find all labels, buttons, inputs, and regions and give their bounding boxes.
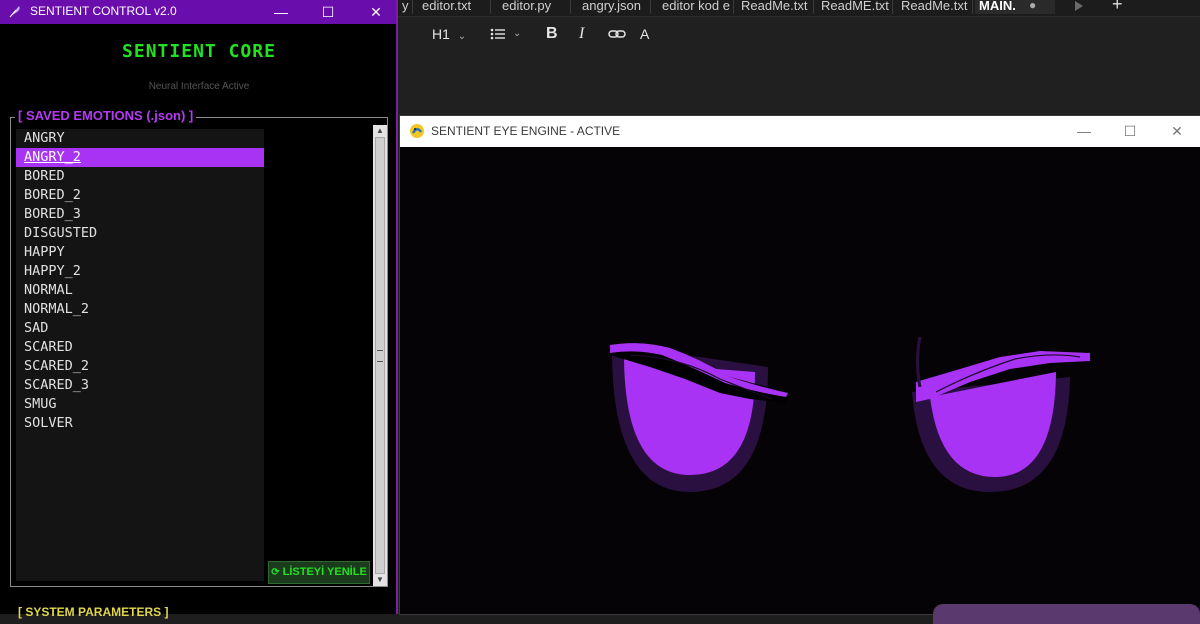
play-icon[interactable] [1072, 0, 1086, 12]
core-title: SENTIENT CORE [122, 41, 276, 62]
refresh-list-button[interactable]: ⟳ LİSTEYİ YENİLE [268, 561, 370, 584]
control-window: SENTIENT CONTROL v2.0 — ☐ ✕ SENTIENT COR… [0, 0, 398, 619]
chevron-down-icon: ⌄ [513, 28, 522, 39]
list-item-selected[interactable]: ANGRY_2 [16, 148, 264, 167]
system-parameters-label: [ SYSTEM PARAMETERS ] [18, 605, 169, 619]
feather-icon [9, 6, 20, 18]
taskbar-preview-pill [933, 604, 1200, 624]
tab-separator [813, 0, 814, 14]
scroll-down-arrow-icon[interactable]: ▼ [373, 574, 387, 586]
tab-editor-py[interactable]: editor.py [498, 0, 555, 14]
core-subtitle: Neural Interface Active [148, 81, 250, 92]
pygame-snake-icon [410, 124, 424, 138]
eye-render-canvas [400, 147, 1200, 614]
new-tab-button[interactable]: + [1112, 0, 1128, 13]
list-item[interactable]: BORED_2 [16, 186, 264, 205]
list-item[interactable]: HAPPY_2 [16, 262, 264, 281]
list-item[interactable]: NORMAL [16, 281, 264, 300]
tab-separator [733, 0, 734, 14]
list-item[interactable]: BORED_3 [16, 205, 264, 224]
right-eye [912, 336, 1090, 492]
tab-separator [972, 0, 973, 14]
editor-tab-bar: y editor.txt editor.py angry.json editor… [398, 0, 1200, 17]
left-eye [610, 343, 790, 492]
list-item[interactable]: SAD [16, 319, 264, 338]
minimize-button[interactable]: — [1071, 120, 1097, 142]
close-button[interactable]: ✕ [1164, 120, 1190, 142]
tab-separator [650, 0, 651, 14]
list-item[interactable]: SCARED_2 [16, 357, 264, 376]
clear-format-icon: A [640, 26, 650, 42]
control-window-titlebar[interactable]: SENTIENT CONTROL v2.0 — ☐ ✕ [0, 0, 396, 24]
eye-window-titlebar[interactable]: SENTIENT EYE ENGINE - ACTIVE — ☐ ✕ [400, 116, 1200, 147]
list-dropdown[interactable]: ⌄ [490, 23, 524, 45]
chevron-down-icon: ⌄ [457, 31, 467, 42]
maximize-button[interactable]: ☐ [313, 1, 343, 23]
tab-y[interactable]: y [398, 0, 413, 14]
tab-angry-json[interactable]: angry.json [578, 0, 645, 14]
control-window-title: SENTIENT CONTROL v2.0 [30, 4, 177, 18]
tab-separator [892, 0, 893, 14]
tab-readme-1[interactable]: ReadMe.txt [737, 0, 811, 14]
list-item[interactable]: HAPPY [16, 243, 264, 262]
tab-separator [412, 0, 413, 14]
emotion-list-scrollbar[interactable]: ▲ ▼ [373, 125, 387, 586]
tab-main-label: MAIN. [979, 0, 1016, 13]
clear-format-button[interactable]: A [640, 23, 649, 45]
bold-button[interactable]: B [546, 23, 558, 45]
tab-readme-2[interactable]: ReadME.txt [817, 0, 893, 14]
saved-emotions-label: [ SAVED EMOTIONS (.json) ] [15, 108, 197, 123]
tab-readme-3[interactable]: ReadMe.txt [897, 0, 971, 14]
scroll-up-arrow-icon[interactable]: ▲ [373, 125, 387, 137]
editor-toolbar: H1 ⌄ ⌄ B I A [398, 17, 1200, 51]
link-button[interactable] [608, 23, 626, 45]
refresh-list-label: LİSTEYİ YENİLE [282, 566, 367, 578]
tab-separator [490, 0, 491, 14]
scrollbar-thumb[interactable] [375, 137, 385, 574]
list-item[interactable]: NORMAL_2 [16, 300, 264, 319]
close-button[interactable]: ✕ [361, 1, 391, 23]
eye-engine-window: SENTIENT EYE ENGINE - ACTIVE — ☐ ✕ [400, 116, 1200, 614]
list-item[interactable]: ANGRY [16, 129, 264, 148]
list-item[interactable]: BORED [16, 167, 264, 186]
tab-editor-txt[interactable]: editor.txt [418, 0, 475, 14]
italic-button[interactable]: I [579, 23, 584, 45]
bulleted-list-icon [490, 28, 505, 40]
list-item[interactable]: SMUG [16, 395, 264, 414]
tab-separator [570, 0, 571, 14]
refresh-icon: ⟳ [271, 567, 280, 578]
minimize-button[interactable]: — [266, 1, 296, 23]
scrollbar-grip-icon [377, 350, 383, 362]
emotion-listbox[interactable]: ANGRY ANGRY_2 BORED BORED_2 BORED_3 DISG… [16, 129, 264, 581]
heading-dropdown[interactable]: H1 ⌄ [432, 23, 466, 45]
eye-window-title: SENTIENT EYE ENGINE - ACTIVE [431, 124, 621, 138]
heading-label: H1 [432, 26, 450, 42]
list-item[interactable]: SOLVER [16, 414, 264, 433]
list-item[interactable]: SCARED_3 [16, 376, 264, 395]
list-item[interactable]: DISGUSTED [16, 224, 264, 243]
list-item[interactable]: SCARED [16, 338, 264, 357]
link-icon [608, 30, 626, 38]
maximize-button[interactable]: ☐ [1117, 120, 1143, 142]
tab-main[interactable]: MAIN. ● [975, 0, 1055, 14]
unsaved-dot-icon: ● [1029, 0, 1037, 12]
tab-editor-kod[interactable]: editor kod e [658, 0, 734, 14]
